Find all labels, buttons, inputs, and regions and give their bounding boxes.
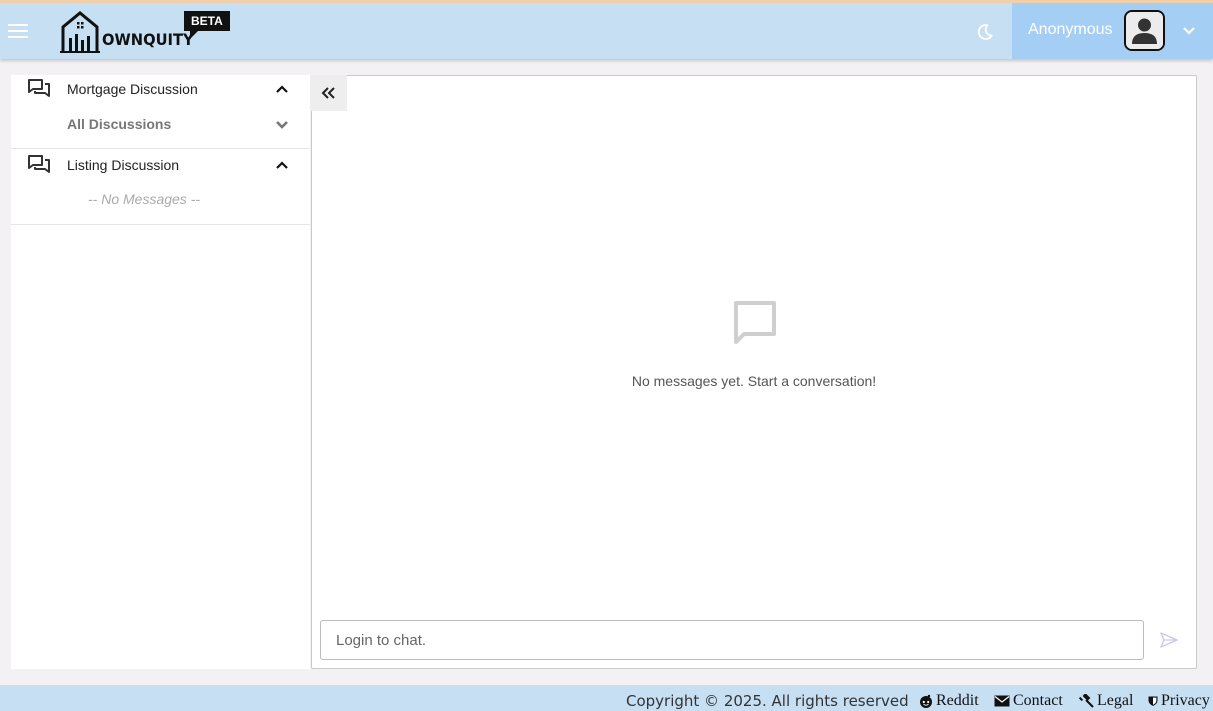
reddit-icon xyxy=(920,694,932,708)
copyright-text: Copyright © 2025. All rights reserved xyxy=(626,692,909,710)
chevron-down-icon xyxy=(276,121,288,129)
footer-link-label: Legal xyxy=(1097,692,1134,709)
chevron-up-icon[interactable] xyxy=(275,84,289,94)
double-chevron-left-icon xyxy=(321,87,335,99)
logo-text: OWNQUITY xyxy=(102,30,194,49)
hamburger-icon xyxy=(8,24,28,38)
group-label: Mortgage Discussion xyxy=(67,81,198,97)
group-listing-discussion: Listing Discussion -- No Messages -- xyxy=(11,151,310,225)
chat-bubbles-icon xyxy=(28,79,50,97)
collapse-sidebar-button[interactable] xyxy=(310,75,347,111)
footer-link-contact[interactable]: Contact xyxy=(993,692,1063,710)
message-square-icon xyxy=(734,301,776,344)
footer-link-label: Privacy xyxy=(1161,692,1210,709)
footer-link-legal[interactable]: Legal xyxy=(1079,692,1133,710)
app-footer: Copyright © 2025. All rights reserved Re… xyxy=(0,685,1213,711)
app-header: OWNQUITY BETA Anonymous xyxy=(0,3,1213,59)
group-mortgage-discussion: Mortgage Discussion All Discussions xyxy=(11,75,310,149)
sub-item-label: All Discussions xyxy=(67,116,172,132)
beta-badge: BETA xyxy=(184,11,230,31)
gavel-icon xyxy=(1079,694,1094,708)
moon-icon xyxy=(977,24,993,40)
footer-link-reddit[interactable]: Reddit xyxy=(918,692,979,710)
ownquity-logo[interactable]: OWNQUITY BETA xyxy=(60,10,230,54)
footer-link-privacy[interactable]: Privacy xyxy=(1147,692,1210,710)
user-menu-button[interactable]: Anonymous xyxy=(1012,3,1213,59)
no-messages-text: -- No Messages -- xyxy=(88,191,201,207)
hamburger-menu-button[interactable] xyxy=(8,21,30,41)
envelope-icon xyxy=(994,695,1010,707)
group-header-mortgage-discussion[interactable]: Mortgage Discussion xyxy=(11,75,310,106)
user-name: Anonymous xyxy=(1028,21,1113,38)
user-avatar-icon xyxy=(1124,10,1165,51)
discussion-sidebar: Mortgage Discussion All Discussions List… xyxy=(11,75,310,669)
theme-toggle-button[interactable] xyxy=(975,22,995,42)
footer-link-label: Contact xyxy=(1013,692,1063,709)
house-logo-icon xyxy=(60,11,100,53)
group-header-listing-discussion[interactable]: Listing Discussion xyxy=(11,151,310,182)
shield-icon xyxy=(1148,696,1158,706)
empty-group-message: -- No Messages -- xyxy=(11,182,310,224)
beta-badge-tail xyxy=(190,31,198,39)
empty-chat-text: No messages yet. Start a conversation! xyxy=(631,373,877,389)
chevron-down-icon xyxy=(1183,27,1195,35)
chat-input[interactable] xyxy=(320,620,1144,660)
footer-link-label: Reddit xyxy=(936,692,979,709)
chat-panel: No messages yet. Start a conversation! xyxy=(311,75,1197,669)
sub-item-all-discussions[interactable]: All Discussions xyxy=(11,106,310,148)
chat-bubbles-icon xyxy=(28,155,50,173)
send-icon[interactable] xyxy=(1160,632,1178,648)
group-label: Listing Discussion xyxy=(67,157,180,173)
chevron-up-icon[interactable] xyxy=(275,160,289,170)
